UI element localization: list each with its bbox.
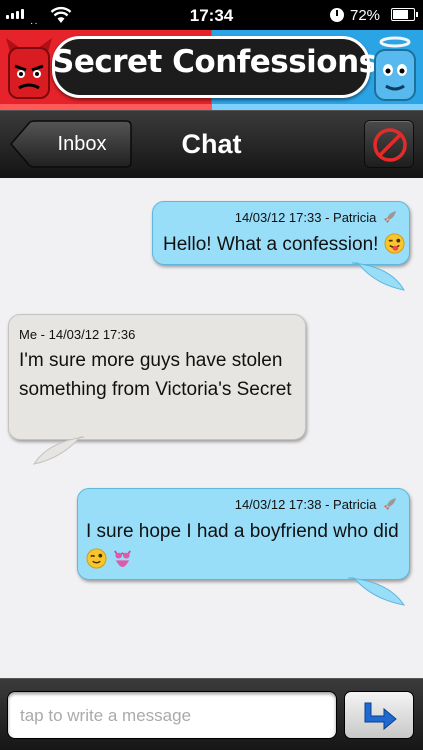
message-bubble-outgoing: Me - 14/03/12 17:36 I'm sure more guys h… — [8, 314, 306, 440]
devil-mascot-icon — [6, 38, 52, 99]
message-text: I'm sure more guys have stolen something… — [19, 348, 292, 403]
message-meta: Me - 14/03/12 17:36 — [19, 327, 136, 342]
chat-area[interactable]: 14/03/12 17:33 - Patricia Hello! What a … — [0, 178, 423, 678]
bubble-tail — [347, 577, 406, 606]
angel-mascot-icon — [374, 36, 416, 101]
block-user-button[interactable] — [364, 120, 414, 168]
composer-bar: tap to write a message — [0, 678, 423, 750]
message-text-body: I sure hope I had a boyfriend who did — [86, 521, 399, 542]
nav-bar: Inbox Chat — [0, 110, 423, 178]
alarm-clock-icon — [330, 8, 344, 22]
message-bubble-incoming: 14/03/12 17:33 - Patricia Hello! What a … — [152, 201, 410, 265]
message-line: something from Victoria's Secret — [19, 379, 292, 400]
message-text-body: Hello! What a confession! — [163, 234, 379, 255]
app-logo-text: Secret Confessions — [52, 44, 377, 80]
app-banner: Secret Confessions — [0, 30, 423, 110]
bubble-tail — [351, 262, 405, 291]
battery-icon — [391, 8, 418, 21]
emoji-row — [86, 547, 406, 573]
block-icon — [373, 128, 407, 162]
message-input[interactable]: tap to write a message — [7, 691, 337, 739]
message-meta: 14/03/12 17:33 - Patricia — [235, 210, 397, 225]
bubble-tail — [32, 436, 85, 465]
message-meta-text: 14/03/12 17:33 - Patricia — [234, 210, 377, 225]
winking-tongue-face-icon — [384, 233, 405, 254]
message-text: I sure hope I had a boyfriend who did — [86, 519, 406, 573]
message-bubble-incoming: 14/03/12 17:38 - Patricia I sure hope I … — [77, 488, 410, 580]
send-arrow-icon — [364, 702, 397, 731]
battery-percent: 72% — [350, 7, 381, 24]
message-meta: 14/03/12 17:38 - Patricia — [235, 497, 397, 512]
winking-face-icon — [86, 548, 107, 569]
status-bar: ·· 17:34 72% — [0, 0, 423, 30]
page-title: Chat — [181, 129, 242, 159]
bikini-icon — [114, 550, 132, 568]
message-text: Hello! What a confession! — [163, 232, 405, 258]
message-meta-text: 14/03/12 17:38 - Patricia — [234, 497, 377, 512]
message-input-placeholder: tap to write a message — [20, 706, 192, 725]
message-line: I'm sure more guys have stolen — [19, 350, 283, 371]
rocket-icon — [384, 211, 396, 223]
rocket-icon — [384, 498, 396, 510]
send-button[interactable] — [344, 691, 414, 739]
